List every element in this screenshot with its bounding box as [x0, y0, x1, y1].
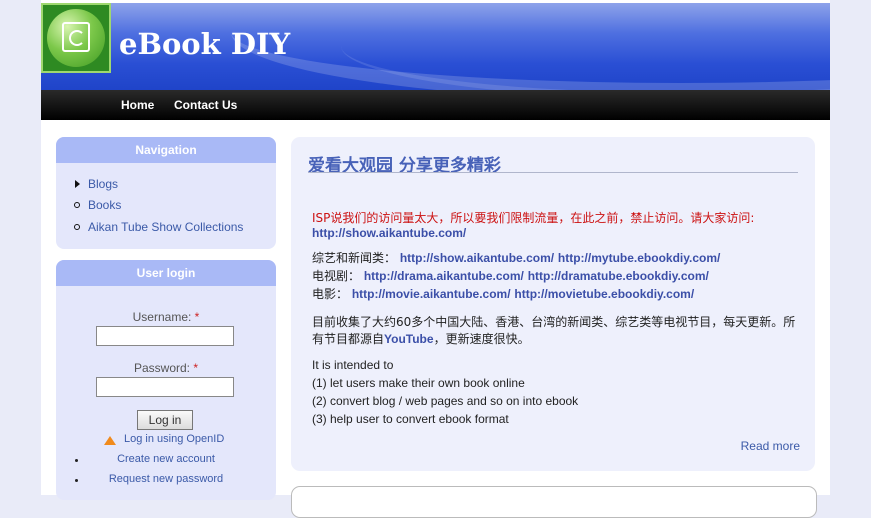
read-more-link[interactable]: Read more — [741, 439, 800, 453]
circle-bullet-icon — [74, 202, 80, 208]
drama-link-2[interactable]: http://dramatube.ebookdiy.com/ — [528, 269, 709, 283]
notice-link[interactable]: http://show.aikantube.com/ — [312, 226, 466, 240]
username-label-text: Username: — [132, 310, 192, 324]
youtube-link[interactable]: YouTube — [384, 332, 434, 346]
nav-home[interactable]: Home — [121, 98, 154, 112]
required-mark: * — [194, 310, 200, 324]
nav-contact-us[interactable]: Contact Us — [174, 98, 237, 112]
paragraph-text-b: ，更新速度很快。 — [433, 332, 530, 346]
title-divider — [308, 172, 798, 173]
drama-label: 电视剧： — [312, 269, 361, 283]
header-swoosh-2 — [341, 3, 830, 90]
page: eBook DIY Home Contact Us Navigation Blo… — [41, 0, 830, 518]
next-post-teaser — [291, 486, 817, 518]
login-button[interactable]: Log in — [137, 410, 193, 430]
intent-line: (3) help user to convert ebook format — [312, 412, 509, 426]
intent-line: It is intended to — [312, 358, 394, 372]
drama-link-1[interactable]: http://drama.aikantube.com/ — [364, 269, 524, 283]
paragraph-text-a: 有节目都源自 — [312, 332, 385, 346]
username-input[interactable] — [96, 326, 234, 346]
movie-line: 电影： http://movie.aikantube.com/ http://m… — [312, 285, 694, 302]
primary-nav: Home Contact Us — [41, 90, 830, 120]
expand-arrow-icon — [75, 180, 80, 188]
navigation-block: Navigation Blogs Books Aikan Tube Show C… — [56, 137, 276, 249]
movie-link-1[interactable]: http://movie.aikantube.com/ — [352, 287, 511, 301]
user-login-block: User login Username: * Password: * Log i… — [56, 260, 276, 500]
movie-label: 电影： — [312, 287, 349, 301]
openid-icon — [104, 436, 116, 445]
request-password-link[interactable]: Request new password — [56, 473, 276, 485]
variety-label: 综艺和新闻类： — [312, 251, 397, 265]
openid-login-link[interactable]: Log in using OpenID — [124, 433, 224, 445]
user-login-title: User login — [56, 260, 276, 286]
password-label: Password: * — [56, 361, 276, 375]
variety-link-2[interactable]: http://mytube.ebookdiy.com/ — [558, 251, 720, 265]
password-input[interactable] — [96, 377, 234, 397]
isp-notice: ISP说我们的访问量太大，所以要我们限制流量，在此之前，禁止访问。请大家访问: — [312, 211, 755, 225]
required-mark: * — [193, 361, 199, 375]
intent-line: (1) let users make their own book online — [312, 376, 525, 390]
password-label-text: Password: — [133, 361, 190, 375]
notice-link-line: http://show.aikantube.com/ — [312, 226, 466, 240]
intent-line: (2) convert blog / web pages and so on i… — [312, 394, 579, 408]
variety-link-1[interactable]: http://show.aikantube.com/ — [400, 251, 554, 265]
movie-link-2[interactable]: http://movietube.ebookdiy.com/ — [514, 287, 694, 301]
site-header: eBook DIY — [41, 3, 830, 90]
book-recycle-icon — [62, 22, 90, 52]
nav-item-aikan-tube[interactable]: Aikan Tube Show Collections — [88, 220, 243, 234]
post-teaser: 爱看大观园 分享更多精彩 ISP说我们的访问量太大，所以要我们限制流量，在此之前… — [291, 137, 815, 471]
collection-paragraph-line-1: 目前收集了大约60多个中国大陆、香港、台湾的新闻类、综艺类等电视节目，每天更新。… — [312, 315, 796, 329]
nav-item-blogs[interactable]: Blogs — [88, 177, 118, 191]
username-label: Username: * — [56, 310, 276, 324]
navigation-block-title: Navigation — [56, 137, 276, 163]
variety-line: 综艺和新闻类： http://show.aikantube.com/ http:… — [312, 249, 720, 266]
site-name[interactable]: eBook DIY — [119, 27, 290, 61]
circle-bullet-icon — [74, 224, 80, 230]
site-logo[interactable] — [41, 3, 111, 73]
nav-item-books[interactable]: Books — [88, 198, 121, 212]
drama-line: 电视剧： http://drama.aikantube.com/ http://… — [312, 267, 709, 284]
create-account-link[interactable]: Create new account — [56, 453, 276, 465]
collection-paragraph-line-2: 有节目都源自YouTube，更新速度很快。 — [312, 330, 530, 347]
